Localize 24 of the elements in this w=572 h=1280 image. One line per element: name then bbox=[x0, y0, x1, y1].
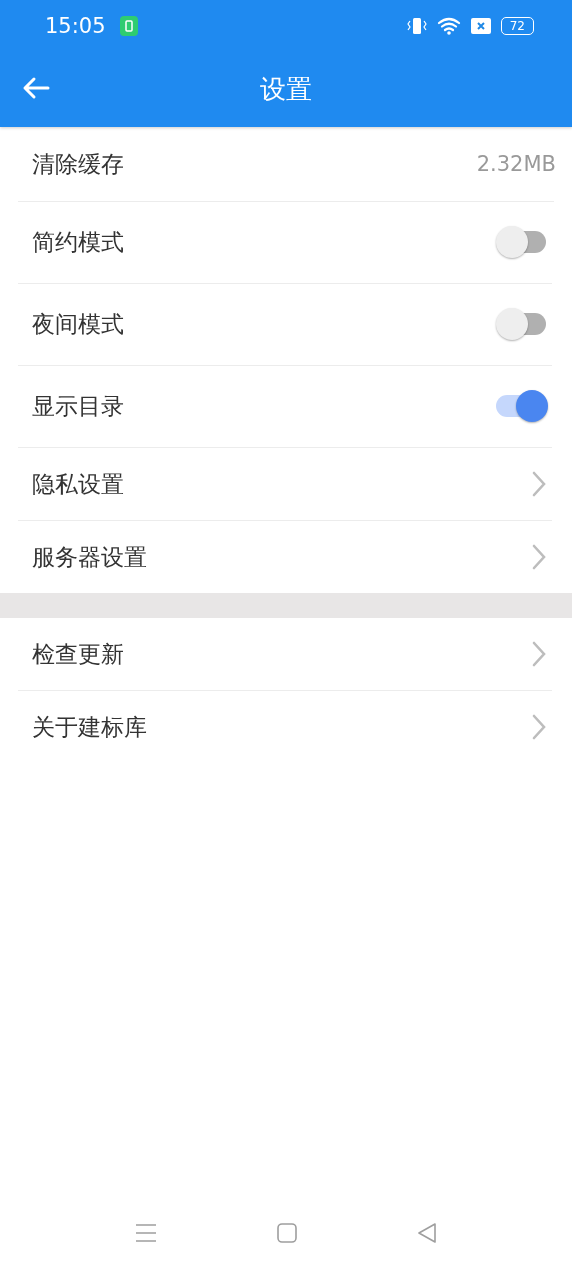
chevron-icon[interactable] bbox=[532, 544, 546, 570]
status-time: 15:05 bbox=[45, 14, 106, 38]
setting-label: 服务器设置 bbox=[32, 542, 147, 572]
setting-label: 关于建标库 bbox=[32, 712, 147, 742]
setting-label: 隐私设置 bbox=[32, 469, 124, 499]
menu-icon[interactable] bbox=[135, 1223, 157, 1243]
battery-level: 72 bbox=[500, 17, 534, 35]
back-button[interactable] bbox=[22, 76, 50, 100]
battery-saver-icon bbox=[119, 16, 138, 36]
wifi-icon bbox=[436, 17, 461, 35]
sim-off-icon bbox=[470, 18, 491, 34]
setting-label: 检查更新 bbox=[32, 639, 124, 669]
vibrate-icon bbox=[406, 17, 427, 35]
setting-label: 显示目录 bbox=[32, 392, 124, 421]
chevron-icon[interactable] bbox=[532, 641, 546, 667]
chevron-icon[interactable] bbox=[532, 471, 546, 497]
chevron-icon[interactable] bbox=[532, 714, 546, 740]
setting-label: 夜间模式 bbox=[32, 310, 124, 339]
page-title: 设置 bbox=[260, 73, 312, 106]
home-icon[interactable] bbox=[277, 1223, 297, 1243]
setting-label: 清除缓存 bbox=[32, 149, 124, 179]
cache-size: 2.32MB bbox=[476, 152, 556, 176]
setting-label: 简约模式 bbox=[32, 228, 124, 257]
back-icon[interactable] bbox=[417, 1223, 437, 1243]
